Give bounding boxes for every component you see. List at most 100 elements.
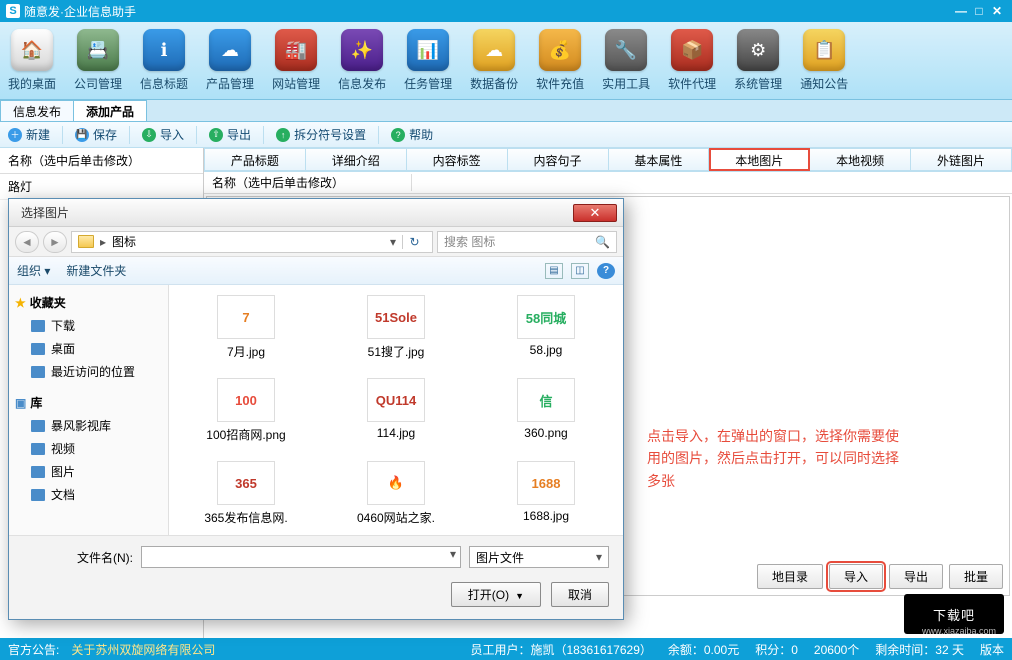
toolbar-icon: 💰 xyxy=(539,29,581,71)
notice-link[interactable]: 关于苏州双旋网络有限公司 xyxy=(71,641,215,658)
dialog-help-button[interactable]: ? xyxy=(597,263,615,279)
preview-pane-button[interactable]: ◫ xyxy=(571,263,589,279)
file-item-0[interactable]: 77月.jpg xyxy=(185,295,307,360)
maximize-button[interactable]: □ xyxy=(970,4,988,18)
lib-item-1[interactable]: 视频 xyxy=(13,437,164,460)
toolbar-item-4[interactable]: 🏭网站管理 xyxy=(272,29,320,92)
search-box[interactable]: 搜索 图标 🔍 xyxy=(437,231,617,253)
file-item-3[interactable]: 100100招商网.png xyxy=(185,378,307,443)
path-box[interactable]: ▸ 图标 ▾ ↻ xyxy=(71,231,433,253)
dialog-tools: 组织 ▾ 新建文件夹 ▤ ◫ ? xyxy=(9,257,623,285)
file-name: 51搜了.jpg xyxy=(368,343,425,360)
bottom-button-2[interactable]: 导出 xyxy=(889,564,943,589)
dialog-cancel-button[interactable]: 取消 xyxy=(551,582,609,607)
col-tab-1[interactable]: 详细介绍 xyxy=(306,148,407,171)
bottom-button-3[interactable]: 批量 xyxy=(949,564,1003,589)
dialog-open-button[interactable]: 打开(O)▼ xyxy=(451,582,541,607)
sub-toolbar: ＋新建 💾保存 ⇩导入 ⇧导出 ↑拆分符号设置 ?帮助 xyxy=(0,122,1012,148)
new-button[interactable]: ＋新建 xyxy=(8,126,50,143)
lib-item-2[interactable]: 图片 xyxy=(13,460,164,483)
nav-back-button[interactable]: ◄ xyxy=(15,231,39,253)
doc-tab-0[interactable]: 信息发布 xyxy=(0,100,74,121)
fav-item-2[interactable]: 最近访问的位置 xyxy=(13,360,164,383)
file-name: 365发布信息网. xyxy=(204,509,287,526)
view-mode-button[interactable]: ▤ xyxy=(545,263,563,279)
file-thumbnail: 🔥 xyxy=(367,461,425,505)
help-button[interactable]: ?帮助 xyxy=(391,126,433,143)
file-thumbnail: 58同城 xyxy=(517,295,575,339)
file-name: 360.png xyxy=(524,426,567,440)
toolbar-icon: 📦 xyxy=(671,29,713,71)
sidebar-library-header[interactable]: 库 xyxy=(13,391,164,414)
close-button[interactable]: ✕ xyxy=(988,4,1006,18)
dialog-footer: 文件名(N): ▾ 图片文件▾ 打开(O)▼ 取消 xyxy=(9,535,623,619)
toolbar-icon: ☁ xyxy=(209,29,251,71)
sidebar-favorites-header[interactable]: 收藏夹 xyxy=(13,291,164,314)
refresh-button[interactable]: ↻ xyxy=(402,235,426,249)
hint-text: 点击导入，在弹出的窗口，选择你需要使用的图片，然后点击打开，可以同时选择多张 xyxy=(647,425,907,492)
statusbar: 官方公告: 关于苏州双旋网络有限公司 员工用户：施凯（18361617629） … xyxy=(0,638,1012,660)
file-item-5[interactable]: 信360.png xyxy=(485,378,607,443)
toolbar-label: 信息发布 xyxy=(338,75,386,92)
toolbar-item-9[interactable]: 🔧实用工具 xyxy=(602,29,650,92)
col-tab-2[interactable]: 内容标签 xyxy=(407,148,508,171)
file-name: 58.jpg xyxy=(530,343,563,357)
split-settings-button[interactable]: ↑拆分符号设置 xyxy=(276,126,366,143)
bottom-button-1[interactable]: 导入 xyxy=(829,564,883,589)
export-button[interactable]: ⇧导出 xyxy=(209,126,251,143)
file-item-4[interactable]: QU114114.jpg xyxy=(335,378,457,443)
file-item-6[interactable]: 365365发布信息网. xyxy=(185,461,307,526)
toolbar-icon: ⚙ xyxy=(737,29,779,71)
save-button[interactable]: 💾保存 xyxy=(75,126,117,143)
fav-item-1[interactable]: 桌面 xyxy=(13,337,164,360)
minimize-button[interactable]: — xyxy=(952,4,970,18)
watermark-url: www.xiazaiba.com xyxy=(922,626,996,636)
col-tab-0[interactable]: 产品标题 xyxy=(204,148,306,171)
nav-forward-button[interactable]: ► xyxy=(43,231,67,253)
left-row-item[interactable]: 路灯 xyxy=(0,174,203,200)
toolbar-item-5[interactable]: ✨信息发布 xyxy=(338,29,386,92)
fav-item-0[interactable]: 下载 xyxy=(13,314,164,337)
folder-icon xyxy=(31,343,45,355)
toolbar-icon: 🏭 xyxy=(275,29,317,71)
toolbar-label: 我的桌面 xyxy=(8,75,56,92)
folder-icon xyxy=(78,235,94,248)
toolbar-item-3[interactable]: ☁ 产品管理 xyxy=(206,29,254,92)
col-tab-7[interactable]: 外链图片 xyxy=(911,148,1012,171)
toolbar-icon: 🏠 xyxy=(11,29,53,71)
file-item-1[interactable]: 51Sole51搜了.jpg xyxy=(335,295,457,360)
toolbar-icon: 🔧 xyxy=(605,29,647,71)
new-folder-button[interactable]: 新建文件夹 xyxy=(66,262,126,279)
toolbar-item-7[interactable]: ☁数据备份 xyxy=(470,29,518,92)
file-item-7[interactable]: 🔥0460网站之家. xyxy=(335,461,457,526)
import-button[interactable]: ⇩导入 xyxy=(142,126,184,143)
toolbar-label: 公司管理 xyxy=(74,75,122,92)
toolbar-item-2[interactable]: ℹ信息标题 xyxy=(140,29,188,92)
doc-tab-1[interactable]: 添加产品 xyxy=(73,100,147,121)
toolbar-item-8[interactable]: 💰软件充值 xyxy=(536,29,584,92)
app-title: 随意发·企业信息助手 xyxy=(24,3,136,20)
col-tab-3[interactable]: 内容句子 xyxy=(508,148,609,171)
toolbar-item-1[interactable]: 📇公司管理 xyxy=(74,29,122,92)
dialog-sidebar: 收藏夹 下载桌面最近访问的位置 库 暴风影视库视频图片文档 xyxy=(9,285,169,535)
col-tab-4[interactable]: 基本属性 xyxy=(609,148,710,171)
toolbar-item-10[interactable]: 📦软件代理 xyxy=(668,29,716,92)
toolbar-label: 产品管理 xyxy=(206,75,254,92)
bottom-button-0[interactable]: 地目录 xyxy=(757,564,823,589)
file-item-2[interactable]: 58同城 58.jpg xyxy=(485,295,607,360)
col-tab-6[interactable]: 本地视频 xyxy=(810,148,911,171)
file-item-8[interactable]: 16881688.jpg xyxy=(485,461,607,526)
lib-item-0[interactable]: 暴风影视库 xyxy=(13,414,164,437)
dialog-close-button[interactable]: ✕ xyxy=(573,204,617,222)
toolbar-item-0[interactable]: 🏠 我的桌面 xyxy=(8,29,56,92)
toolbar-item-12[interactable]: 📋通知公告 xyxy=(800,29,848,92)
toolbar-item-6[interactable]: 📊任务管理 xyxy=(404,29,452,92)
filetype-select[interactable]: 图片文件▾ xyxy=(469,546,609,568)
search-icon: 🔍 xyxy=(595,235,610,249)
col-tab-5[interactable]: 本地图片 xyxy=(709,148,810,171)
lib-item-3[interactable]: 文档 xyxy=(13,483,164,506)
app-logo: S xyxy=(6,4,20,18)
filename-input[interactable]: ▾ xyxy=(141,546,461,568)
toolbar-item-11[interactable]: ⚙系统管理 xyxy=(734,29,782,92)
organize-button[interactable]: 组织 ▾ xyxy=(17,262,50,279)
